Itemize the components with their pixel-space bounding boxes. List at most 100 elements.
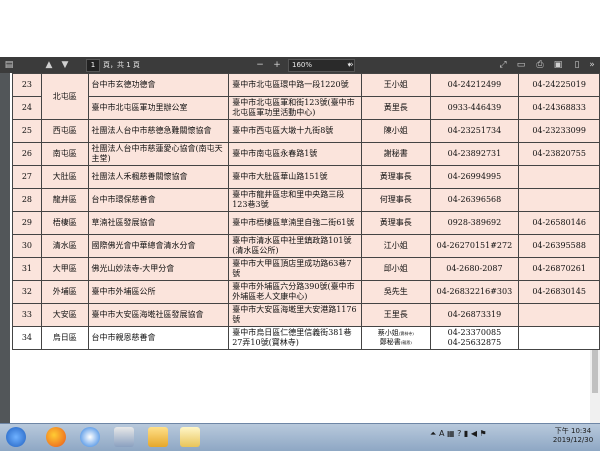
prev-page-icon[interactable]: ▲ [42,57,56,73]
organization-name: 台中市親恩慈善會 [87,326,230,350]
table-row: 34 烏日區 台中市親恩慈善會 臺中市烏日區仁德里信義街381巷27弄10號(寶林寺)… [12,326,600,350]
zoom-out-button[interactable]: − [253,57,267,73]
windows-taskbar: ⏶ A ▦ ? ▮ ◀ ⚑ 下午 10:34 2019/12/30 [0,423,600,451]
table-row: 31 大甲區 佛光山妙法寺-大甲分會 臺中市大甲區頂店里成功路63巷7號 邱小姐 04-2… [12,257,600,281]
system-tray[interactable]: ⏶ A ▦ ? ▮ ◀ ⚑ [430,429,550,445]
table-row: 29 梧棲區 草湳社區發展協會 臺中市梧棲區草湳里自強二街61號 黃理事長 0928-38… [12,211,600,235]
fax-cell [518,303,600,327]
address-cell: 臺中市北屯區環中路一段1220號 [228,73,363,97]
organization-name: 臺中市外埔區公所 [87,280,230,304]
row-number: 26 [12,142,42,166]
phone-cell: 04-26994995 [429,165,520,189]
organization-name: 社團法人台中市慈德急難關懷協會 [87,119,230,143]
phone-cell: 04-26832216#303 [429,280,520,304]
presentation-mode-icon[interactable]: ⤢ [496,57,510,73]
table-row: 32 外埔區 臺中市外埔區公所 臺中市外埔區六分路390號(臺中市外埔區老人文康中心)… [12,280,600,304]
district-cell: 清水區 [40,234,89,258]
phone-cell: 04-23370085 04-25632875 [429,326,520,350]
fax-cell [518,326,600,350]
fax-cell: 04-24368833 [518,96,600,120]
contact-cell: 吳先生 [361,280,431,304]
row-number: 30 [12,234,42,258]
contact-cell: 王小姐 [361,73,431,97]
row-number: 23 [12,73,42,97]
bookmark-icon[interactable]: ▯ [570,57,584,73]
address-cell: 臺中市清水區中社里鎮政路101號(清水區公所) [228,234,363,258]
save-icon[interactable]: ▣ [551,57,565,73]
fax-cell: 04-26830145 [518,280,600,304]
address-cell: 臺中市西屯區大墩十九街8號 [228,119,363,143]
system-clock[interactable]: 下午 10:34 2019/12/30 [548,427,598,445]
district-cell: 南屯區 [40,142,89,166]
zoom-in-button[interactable]: + [270,57,284,73]
clock-date: 2019/12/30 [552,436,594,444]
district-cell: 大肚區 [40,165,89,189]
phone-cell: 04-2680-2087 [429,257,520,281]
organization-name: 佛光山妙法寺-大甲分會 [87,257,230,281]
district-cell: 龍井區 [40,188,89,212]
table-row: 27 大肚區 社團法人禾楓慈善關懷協會 臺中市大肚區華山路151號 黃理事長 04-269… [12,165,600,189]
district-cell: 西屯區 [40,119,89,143]
contact-cell: 何理事長 [361,188,431,212]
ime-icon[interactable]: A [439,429,444,438]
organization-name: 台中市玄德功德會 [87,73,230,97]
address-cell: 臺中市烏日區仁德里信義街381巷27弄10號(寶林寺) [228,326,363,350]
district-cell: 大安區 [40,303,89,327]
file-explorer-icon[interactable] [148,427,168,447]
paint-icon[interactable] [114,427,134,447]
table-row: 25 西屯區 社團法人台中市慈德急難關懷協會 臺中市西屯區大墩十九街8號 陳小姐 04-2… [12,119,600,143]
open-file-icon[interactable]: ▭ [514,57,528,73]
contact-cell: 蔡小姐(寶林寺) 鄭秘書(親恩) [361,326,431,350]
contact-cell: 黃里長 [361,96,431,120]
phone-cell: 04-23251734 [429,119,520,143]
browser-top-area [0,0,600,57]
organization-name: 社團法人台中市慈蓮愛心協會(南屯天主堂) [87,142,230,166]
contact-name: 蔡小姐 [377,329,399,337]
district-cell: 梧棲區 [40,211,89,235]
image-editor-icon[interactable] [180,427,200,447]
print-icon[interactable]: ⎙ [533,57,547,73]
table-row: 24 臺中市北屯區軍功里辦公室 臺中市北屯區軍和街123號(臺中市北屯區軍功里活動中… [12,96,600,120]
page-number-input[interactable]: 1 [86,59,100,72]
network-icon[interactable]: ▮ [464,429,468,438]
fax-cell: 04-26395588 [518,234,600,258]
district-cell: 北屯區 [40,73,89,120]
tools-menu-icon[interactable]: » [344,57,358,73]
next-page-icon[interactable]: ▼ [58,57,72,73]
media-player-icon[interactable] [80,427,100,447]
sidebar-toggle-icon[interactable]: ▤ [2,57,16,73]
contact-note: (親恩) [400,340,412,345]
fax-cell: 04-23233099 [518,119,600,143]
organization-name: 臺中市北屯區軍功里辦公室 [87,96,230,120]
table-row: 26 南屯區 社團法人台中市慈蓮愛心協會(南屯天主堂) 臺中市南屯區永春路1號 謝秘書 0… [12,142,600,166]
flag-icon[interactable]: ⚑ [480,429,487,438]
help-icon[interactable]: ? [457,429,461,438]
pdf-toolbar: ▤ ▲ ▼ 1 頁，共 1 頁 − + 160% ▾ » ⤢ ▭ ⎙ ▣ ▯ » [0,57,600,73]
keyboard-icon[interactable]: ▦ [447,429,455,438]
address-cell: 臺中市梧棲區草湳里自強二街61號 [228,211,363,235]
table-row: 28 龍井區 台中市環保慈善會 臺中市龍井區忠和里中央路三段123巷3號 何理事長 04-… [12,188,600,212]
phone-cell: 0928-389692 [429,211,520,235]
phone-cell: 04-24212499 [429,73,520,97]
row-number: 34 [12,326,42,350]
row-number: 27 [12,165,42,189]
phone-cell: 04-26270151#272 [429,234,520,258]
contact-name: 鄭秘書 [379,338,401,346]
zoom-value: 160% [292,61,313,69]
more-tools-icon[interactable]: » [585,57,599,73]
contact-cell: 黃理事長 [361,165,431,189]
district-cell: 烏日區 [40,326,89,350]
firefox-icon[interactable] [46,427,66,447]
tray-arrow-icon[interactable]: ⏶ [430,429,436,438]
row-number: 31 [12,257,42,281]
organization-name: 臺中市大安區海墘社區發展協會 [87,303,230,327]
windows-start-icon[interactable] [6,427,26,447]
association-table: 23 北屯區 台中市玄德功德會 臺中市北屯區環中路一段1220號 王小姐 04-24212… [12,73,600,350]
address-cell: 臺中市大甲區頂店里成功路63巷7號 [228,257,363,281]
fax-cell [518,165,600,189]
row-number: 25 [12,119,42,143]
organization-name: 草湳社區發展協會 [87,211,230,235]
phone-cell: 04-26396568 [429,188,520,212]
volume-icon[interactable]: ◀ [471,429,477,438]
district-cell: 外埔區 [40,280,89,304]
